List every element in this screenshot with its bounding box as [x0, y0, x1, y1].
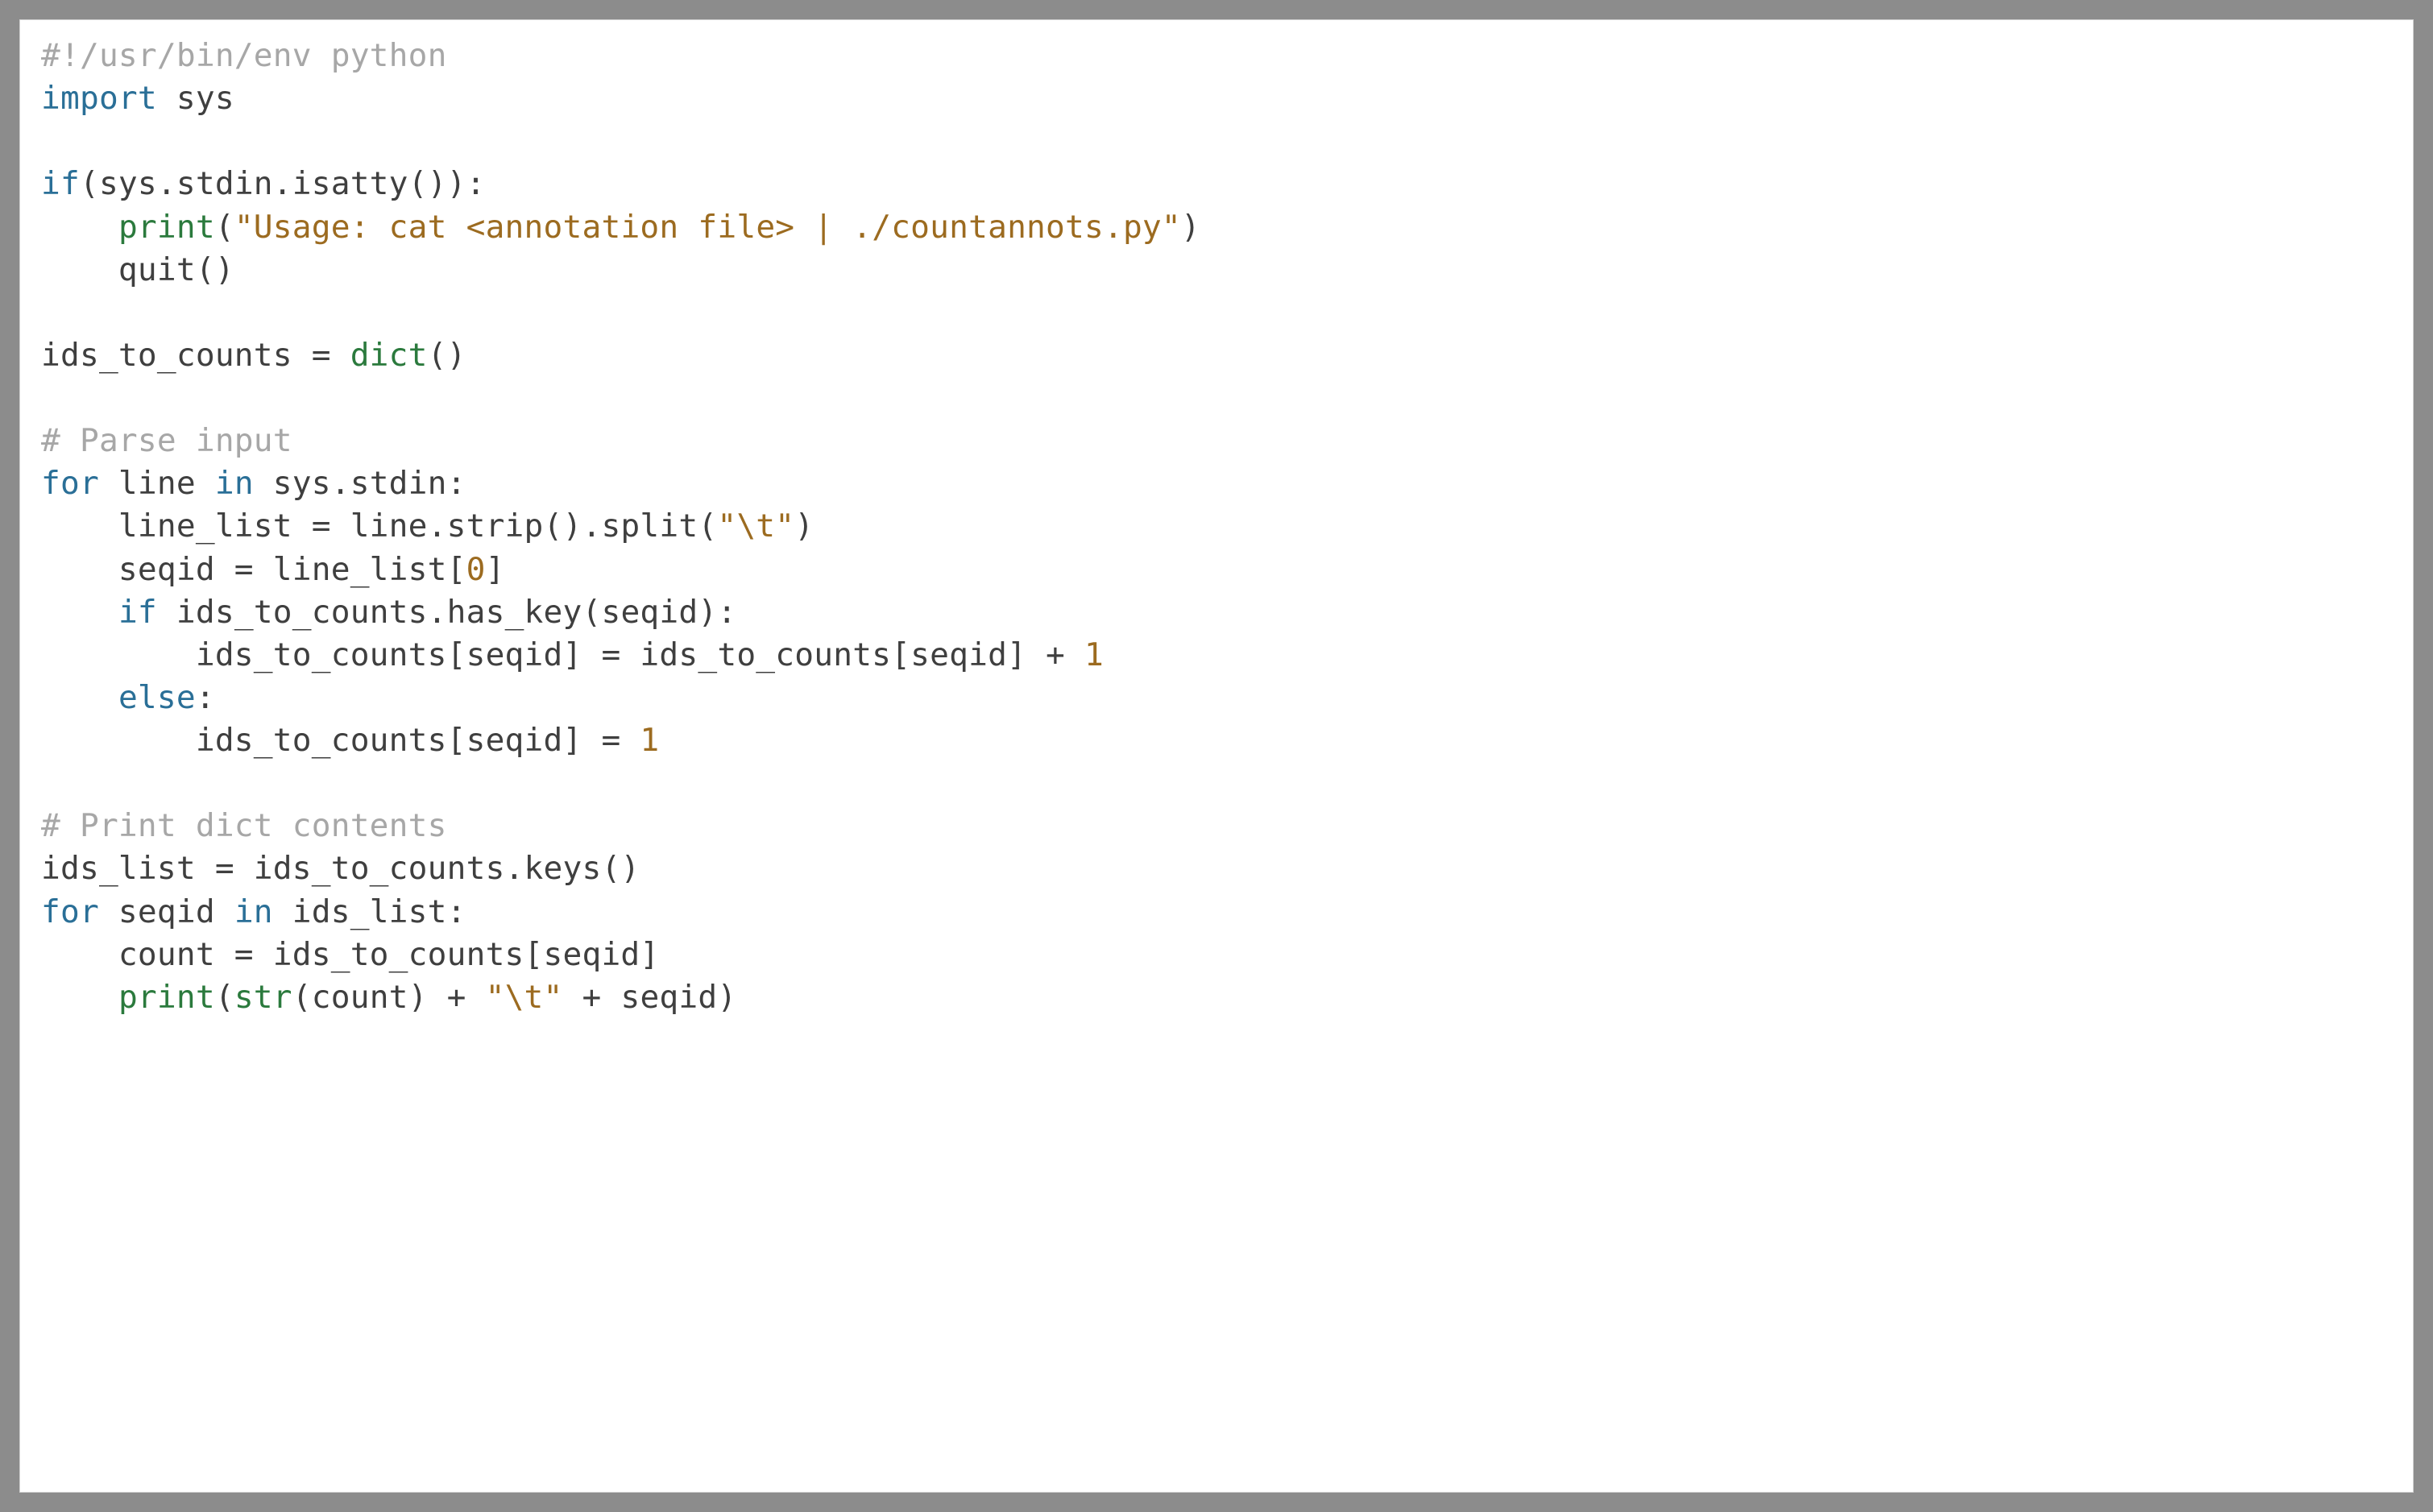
- code-token: ]: [486, 551, 505, 588]
- code-token: 0: [466, 551, 486, 588]
- code-token: str: [234, 979, 292, 1016]
- code-token: dict: [350, 337, 428, 374]
- code-token: seqid = line_list[: [41, 551, 466, 588]
- code-token: [41, 679, 118, 716]
- code-token: sys: [157, 80, 234, 117]
- code-token: (): [428, 337, 466, 374]
- code-token: #!/usr/bin/env python: [41, 37, 447, 74]
- code-token: ids_to_counts[seqid] = ids_to_counts[seq…: [41, 636, 1084, 673]
- code-token: line: [99, 465, 215, 502]
- code-token: ids_list:: [273, 893, 466, 930]
- code-token: "Usage: cat <annotation file> | ./counta…: [234, 209, 1181, 246]
- code-token: (count) +: [292, 979, 486, 1016]
- code-token: for: [41, 893, 99, 930]
- code-token: print: [118, 209, 215, 246]
- code-token: count = ids_to_counts[seqid]: [41, 936, 659, 973]
- code-token: [41, 594, 118, 631]
- code-token: for: [41, 465, 99, 502]
- code-token: (: [215, 209, 234, 246]
- code-token: 1: [1084, 636, 1104, 673]
- code-token: print: [118, 979, 215, 1016]
- code-token: "\t": [717, 507, 794, 545]
- code-token: if: [118, 594, 157, 631]
- code-frame: #!/usr/bin/env python import sys if(sys.…: [19, 19, 2414, 1493]
- code-token: # Parse input: [41, 422, 292, 459]
- code-token: ids_to_counts.has_key(seqid):: [157, 594, 736, 631]
- code-token: in: [215, 465, 254, 502]
- code-token: import: [41, 80, 157, 117]
- code-token: line_list = line.strip().split(: [41, 507, 717, 545]
- code-token: seqid: [99, 893, 234, 930]
- code-block: #!/usr/bin/env python import sys if(sys.…: [41, 35, 2392, 1019]
- code-token: :: [196, 679, 215, 716]
- code-token: if: [41, 165, 80, 202]
- code-token: sys.stdin:: [254, 465, 466, 502]
- code-token: ids_to_counts =: [41, 337, 350, 374]
- code-token: ): [794, 507, 814, 545]
- code-token: [41, 209, 118, 246]
- code-token: (: [215, 979, 234, 1016]
- code-token: "\t": [486, 979, 563, 1016]
- code-token: (sys.stdin.isatty()):: [80, 165, 486, 202]
- code-token: ids_to_counts[seqid] =: [41, 722, 640, 759]
- code-token: in: [234, 893, 273, 930]
- code-token: quit(): [41, 251, 234, 288]
- code-token: [41, 979, 118, 1016]
- code-token: else: [118, 679, 196, 716]
- code-token: 1: [640, 722, 659, 759]
- code-token: # Print dict contents: [41, 807, 447, 844]
- code-token: ): [1181, 209, 1200, 246]
- code-token: + seqid): [563, 979, 737, 1016]
- code-token: ids_list = ids_to_counts.keys(): [41, 850, 640, 887]
